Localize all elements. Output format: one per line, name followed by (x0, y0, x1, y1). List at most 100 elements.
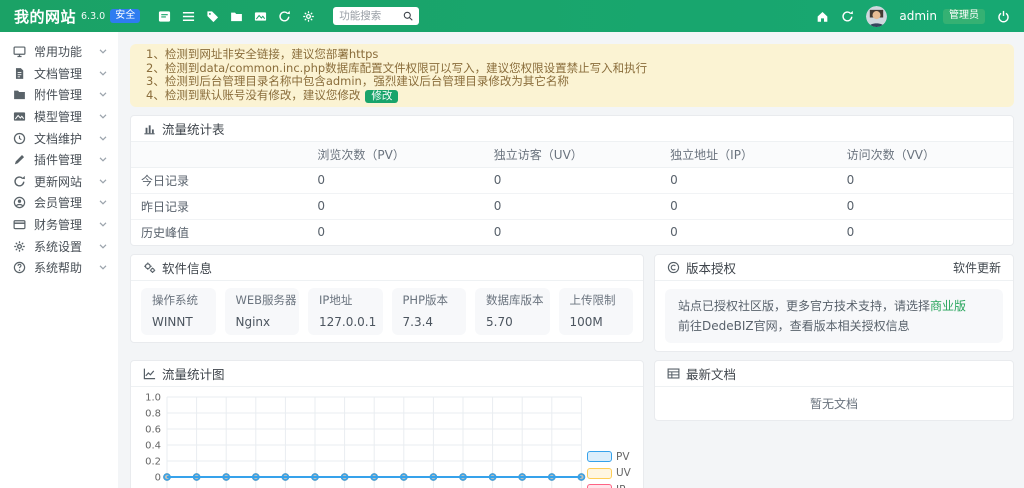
traffic-chart-card: 流量统计图 1.00.80.60.40.20-0.2-0.4-0.6-0.8-1… (130, 360, 644, 488)
sidebar-item-label: 文档管理 (34, 65, 82, 82)
tag-icon[interactable] (206, 10, 219, 23)
sidebar-toggle-icon[interactable] (158, 10, 171, 23)
card-title: 流量统计图 (162, 364, 225, 383)
user-avatar[interactable] (866, 6, 887, 27)
folder-icon[interactable] (230, 10, 243, 23)
sidebar-item-label: 会员管理 (34, 194, 82, 211)
notice-line: 4、检测到默认账号没有修改，建议您修改修改 (146, 89, 998, 103)
row-label: 昨日记录 (131, 193, 307, 219)
tile-label: 操作系统 (152, 294, 205, 307)
chart-legend: PVUVIPVV (587, 451, 635, 488)
chevron-down-icon (99, 157, 107, 162)
sidebar-item-member-management[interactable]: 会员管理 (0, 192, 118, 214)
sidebar-item-document-management[interactable]: 文档管理 (0, 63, 118, 85)
card-header: 版本授权 软件更新 (655, 255, 1013, 281)
license-line-1: 站点已授权社区版，更多官方技术支持，请选择商业版 (678, 299, 990, 313)
clock-icon (13, 132, 26, 145)
sidebar-item-plugin-management[interactable]: 插件管理 (0, 149, 118, 171)
site-logo[interactable]: 我的网站 (14, 6, 76, 27)
license-info-box: 站点已授权社区版，更多官方技术支持，请选择商业版 前往DedeBIZ官网，查看版… (665, 289, 1003, 343)
traffic-stats-table: 浏览次数（PV） 独立访客（UV） 独立地址（IP） 访问次数（VV） 今日记录… (131, 142, 1013, 245)
docs-empty-state: 暂无文档 (655, 387, 1013, 420)
info-tile-os: 操作系统 WINNT (141, 288, 216, 335)
legend-item-ip[interactable]: IP (587, 484, 635, 488)
menu-list-icon[interactable] (182, 10, 195, 23)
tile-value: 5.70 (486, 316, 539, 329)
license-line-2: 前往DedeBIZ官网，查看版本相关授权信息 (678, 319, 990, 333)
reload-icon[interactable] (841, 10, 854, 23)
header-user-zone: admin 管理员 (816, 6, 1010, 27)
cell-value: 0 (484, 219, 660, 245)
chevron-down-icon (99, 222, 107, 227)
col-header-vv: 访问次数（VV） (837, 142, 1013, 168)
tile-label: 上传限制 (570, 294, 623, 307)
sidebar-item-system-settings[interactable]: 系统设置 (0, 235, 118, 257)
tile-value: Nginx (236, 316, 289, 329)
license-card: 版本授权 软件更新 站点已授权社区版，更多官方技术支持，请选择商业版 前往Ded… (654, 254, 1014, 352)
notice-line: 1、检测到网址非安全链接，建议您部署https (146, 48, 998, 62)
sidebar-item-document-maintenance[interactable]: 文档维护 (0, 127, 118, 149)
images-icon[interactable] (254, 10, 267, 23)
card-header: 流量统计图 (131, 361, 643, 387)
tile-label: PHP版本 (403, 294, 456, 307)
notice-text: 4、检测到默认账号没有修改，建议您修改 (146, 89, 360, 102)
col-header-pv: 浏览次数（PV） (307, 142, 483, 168)
security-badge[interactable]: 安全 (110, 9, 140, 23)
search-input[interactable] (339, 10, 399, 22)
svg-text:0.2: 0.2 (145, 456, 161, 467)
info-tile-database: 数据库版本5.70 (475, 288, 550, 335)
traffic-chart-svg: 1.00.80.60.40.20-0.2-0.4-0.6-0.8-1.0 (137, 391, 587, 488)
sidebar-item-model-management[interactable]: 模型管理 (0, 106, 118, 128)
info-tile-php: PHP版本 7.3.4 (392, 288, 467, 335)
legend-item-pv[interactable]: PV (587, 451, 635, 463)
line-chart-icon (143, 367, 156, 380)
software-info-tiles: 操作系统WINNT WEB服务器Nginx IP地址127.0.0.1 PHP版… (131, 281, 643, 342)
logout-power-icon[interactable] (997, 10, 1010, 23)
card-header: 流量统计表 (131, 116, 1013, 142)
notice-line: 3、检测到后台管理目录名称中包含admin，强烈建议后台管理目录修改为其它名称 (146, 75, 998, 89)
sidebar-item-attachment-management[interactable]: 附件管理 (0, 84, 118, 106)
fix-account-button[interactable]: 修改 (365, 90, 398, 103)
sidebar-item-label: 财务管理 (34, 216, 82, 233)
chevron-down-icon (99, 179, 107, 184)
gears-icon (143, 261, 156, 274)
gear-icon (13, 240, 26, 253)
card-title: 流量统计表 (162, 119, 225, 138)
legend-label: PV (616, 451, 630, 463)
tile-label: WEB服务器 (236, 294, 289, 307)
pen-icon (13, 153, 26, 166)
chevron-down-icon (99, 49, 107, 54)
traffic-stats-card: 流量统计表 浏览次数（PV） 独立访客（UV） 独立地址（IP） 访问次数（VV… (130, 115, 1014, 246)
tile-value: WINNT (152, 316, 205, 329)
software-info-card: 软件信息 操作系统WINNT WEB服务器Nginx IP地址127.0.0.1… (130, 254, 644, 343)
home-icon[interactable] (816, 10, 829, 23)
refresh-icon (13, 175, 26, 188)
info-tile-webserver: WEB服务器 Nginx (225, 288, 300, 335)
legend-swatch (587, 468, 612, 479)
tile-value: 7.3.4 (403, 316, 456, 329)
sidebar-item-label: 模型管理 (34, 108, 82, 125)
svg-text:1.0: 1.0 (145, 392, 161, 403)
refresh-icon[interactable] (278, 10, 291, 23)
cell-value: 0 (307, 167, 483, 193)
sidebar-item-finance-management[interactable]: 财务管理 (0, 214, 118, 236)
software-update-link[interactable]: 软件更新 (953, 259, 1001, 276)
row-label: 今日记录 (131, 167, 307, 193)
legend-item-uv[interactable]: UV (587, 467, 635, 479)
tile-label: IP地址 (319, 294, 372, 307)
search-icon[interactable] (403, 11, 413, 21)
sidebar-item-system-help[interactable]: 系统帮助 (0, 257, 118, 279)
table-row-peak: 历史峰值 0 0 0 0 (131, 219, 1013, 245)
gear-icon[interactable] (302, 10, 315, 23)
person-icon (13, 196, 26, 209)
sidebar-item-update-site[interactable]: 更新网站 (0, 171, 118, 193)
chevron-down-icon (99, 265, 107, 270)
function-search[interactable] (333, 7, 419, 25)
cell-value: 0 (660, 219, 836, 245)
main-content: 1、检测到网址非安全链接，建议您部署https 2、检测到data/common… (118, 32, 1024, 488)
admin-dashboard: 我的网站 6.3.0 安全 admin 管理员 常用功能 (0, 0, 1024, 488)
username-label[interactable]: admin (899, 9, 937, 23)
sidebar-item-common-functions[interactable]: 常用功能 (0, 41, 118, 63)
commercial-version-link[interactable]: 商业版 (930, 299, 966, 313)
svg-text:0.4: 0.4 (145, 440, 161, 451)
